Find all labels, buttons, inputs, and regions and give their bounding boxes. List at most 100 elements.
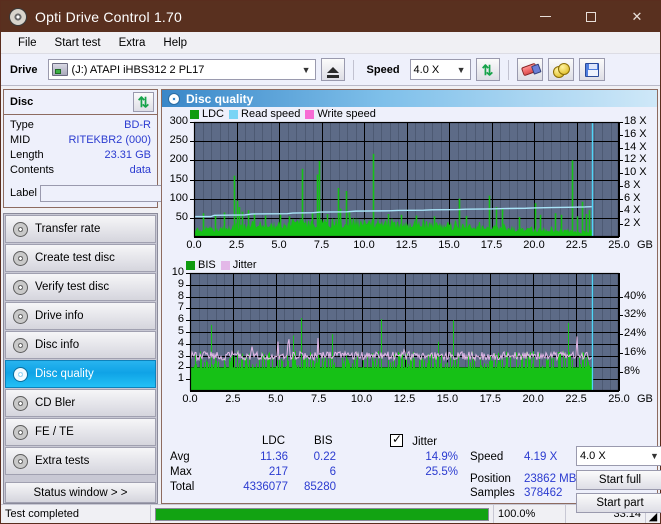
status-message: Test completed <box>1 505 151 523</box>
samples-value: 378462 <box>524 487 563 499</box>
refresh-button[interactable]: ⇅ <box>475 58 500 81</box>
refresh-disc-button[interactable]: ⇅ <box>133 92 154 112</box>
panel-header: Disc quality <box>162 90 657 107</box>
speed-result-value: 4.19 X <box>524 451 558 463</box>
axis-tick-label: 2.5 <box>225 393 241 405</box>
minimize-button[interactable] <box>522 1 568 32</box>
sidebar-item-label: FE / TE <box>35 426 74 438</box>
ldc-chart-plot <box>193 121 620 238</box>
legend-item: LDC <box>190 108 224 120</box>
legend-label: Read speed <box>241 108 301 120</box>
menu-item-start-test[interactable]: Start test <box>46 35 110 51</box>
jitter-checkbox-wrap[interactable]: Jitter <box>390 432 437 448</box>
axis-tick-label: 25.0 <box>608 393 630 405</box>
axis-tick-mark <box>619 135 623 136</box>
close-button[interactable]: ✕ <box>614 1 660 32</box>
chevron-down-icon: ▼ <box>650 451 659 461</box>
axis-tick-label: 6 <box>177 313 184 326</box>
axis-tick-label: 3 <box>177 348 184 361</box>
speed-select-value: 4.0 X <box>413 63 440 76</box>
axis-tick-mark <box>619 160 623 161</box>
sidebar-item-verify-test-disc[interactable]: Verify test disc <box>5 273 156 301</box>
start-part-button[interactable]: Start part <box>576 493 661 513</box>
eject-button[interactable] <box>320 58 345 81</box>
start-full-button[interactable]: Start full <box>576 470 661 490</box>
axis-tick-mark <box>186 273 190 274</box>
menu-item-file[interactable]: File <box>9 35 46 51</box>
title-bar: Opti Drive Control 1.70 ✕ <box>1 1 660 32</box>
progress-bar-fill <box>156 508 488 520</box>
jitter-checkbox[interactable] <box>390 432 403 447</box>
disc-icon <box>13 424 28 440</box>
axis-tick-label: 20.0 <box>523 239 545 251</box>
axis-tick-label: GB <box>637 393 653 405</box>
bis-jitter-chart-legend: BIS Jitter <box>186 259 257 271</box>
axis-tick-mark <box>186 297 190 298</box>
sidebar-item-fe-te[interactable]: FE / TE <box>5 418 156 446</box>
toolbar: Drive (J:) ATAPI iHBS312 2 PL17 ▼ Speed … <box>1 54 660 86</box>
axis-tick-mark <box>186 308 190 309</box>
axis-tick-label: 10 X <box>624 166 647 179</box>
axis-tick-label: 15.0 <box>436 393 459 405</box>
menu-item-extra[interactable]: Extra <box>110 35 155 51</box>
disc-icon <box>13 337 28 353</box>
disc-icon <box>168 92 180 105</box>
axis-tick-label: 10 <box>171 266 184 278</box>
stats-total-bis: 85280 <box>304 481 336 493</box>
disc-label-row: Label <box>4 180 247 207</box>
sidebar-item-label: Verify test disc <box>35 281 110 293</box>
left-column: Disc ⇅ Type BD-R MID RITEKBR2 (000) Leng… <box>3 89 247 504</box>
axis-tick-label: 1 <box>177 372 184 385</box>
axis-tick-mark <box>619 173 623 174</box>
legend-label: BIS <box>198 259 216 271</box>
samples-label: Samples <box>470 487 515 499</box>
legend-label: Jitter <box>232 259 257 271</box>
axis-tick-label: 8 X <box>624 178 641 191</box>
sidebar-item-drive-info[interactable]: Drive info <box>5 302 156 330</box>
axis-tick-mark <box>190 160 194 161</box>
axis-tick-label: 250 <box>169 134 188 147</box>
speed-select[interactable]: 4.0 X ▼ <box>409 59 471 80</box>
axis-tick-label: 40% <box>624 289 647 302</box>
menu-item-help[interactable]: Help <box>154 35 196 51</box>
maximize-button[interactable] <box>568 1 614 32</box>
bookmarks-button[interactable] <box>547 58 574 81</box>
axis-tick-label: 5 <box>177 325 184 337</box>
axis-tick-label: 12.5 <box>393 393 416 405</box>
legend-label: Write speed <box>317 108 376 120</box>
test-speed-select[interactable]: 4.0 X ▼ <box>576 446 661 466</box>
legend-item: Jitter <box>220 259 257 271</box>
disc-length-value: 23.31 GB <box>104 149 151 161</box>
sidebar-item-cd-bler[interactable]: CD Bler <box>5 389 156 417</box>
content-area: Disc ⇅ Type BD-R MID RITEKBR2 (000) Leng… <box>1 86 661 513</box>
erase-button[interactable] <box>516 58 543 81</box>
sidebar-item-disc-quality[interactable]: Disc quality <box>5 360 156 388</box>
axis-tick-label: 18 X <box>624 115 647 127</box>
axis-tick-label: 200 <box>169 153 188 166</box>
test-speed-value: 4.0 X <box>580 450 606 462</box>
save-button[interactable] <box>578 58 605 81</box>
progress-cell <box>151 505 494 523</box>
drive-select[interactable]: (J:) ATAPI iHBS312 2 PL17 ▼ <box>47 59 316 80</box>
sidebar-item-extra-tests[interactable]: Extra tests <box>5 447 156 475</box>
disc-label-caption: Label <box>10 187 37 199</box>
disc-row-mid: MID RITEKBR2 (000) <box>10 133 151 148</box>
disc-icon <box>13 453 28 469</box>
axis-tick-label: 100 <box>169 191 188 204</box>
sidebar-item-transfer-rate[interactable]: Transfer rate <box>5 215 156 243</box>
axis-tick-mark <box>186 332 190 333</box>
axis-tick-mark <box>619 315 623 316</box>
axis-tick-label: 10.0 <box>350 393 373 405</box>
sidebar-item-label: Disc quality <box>35 368 94 380</box>
sidebar-nav: Transfer rate Create test disc Verify te… <box>3 213 158 504</box>
sidebar-item-disc-info[interactable]: Disc info <box>5 331 156 359</box>
status-window-button[interactable]: Status window > > <box>5 482 156 503</box>
axis-tick-mark <box>186 367 190 368</box>
maximize-icon <box>586 11 596 22</box>
sidebar-item-create-test-disc[interactable]: Create test disc <box>5 244 156 272</box>
axis-tick-label: 2 X <box>624 217 641 230</box>
axis-tick-mark <box>619 211 623 212</box>
disc-panel: Disc ⇅ Type BD-R MID RITEKBR2 (000) Leng… <box>3 89 247 208</box>
right-column: Disc quality LDC Read speed Write speed 30… <box>161 89 661 513</box>
